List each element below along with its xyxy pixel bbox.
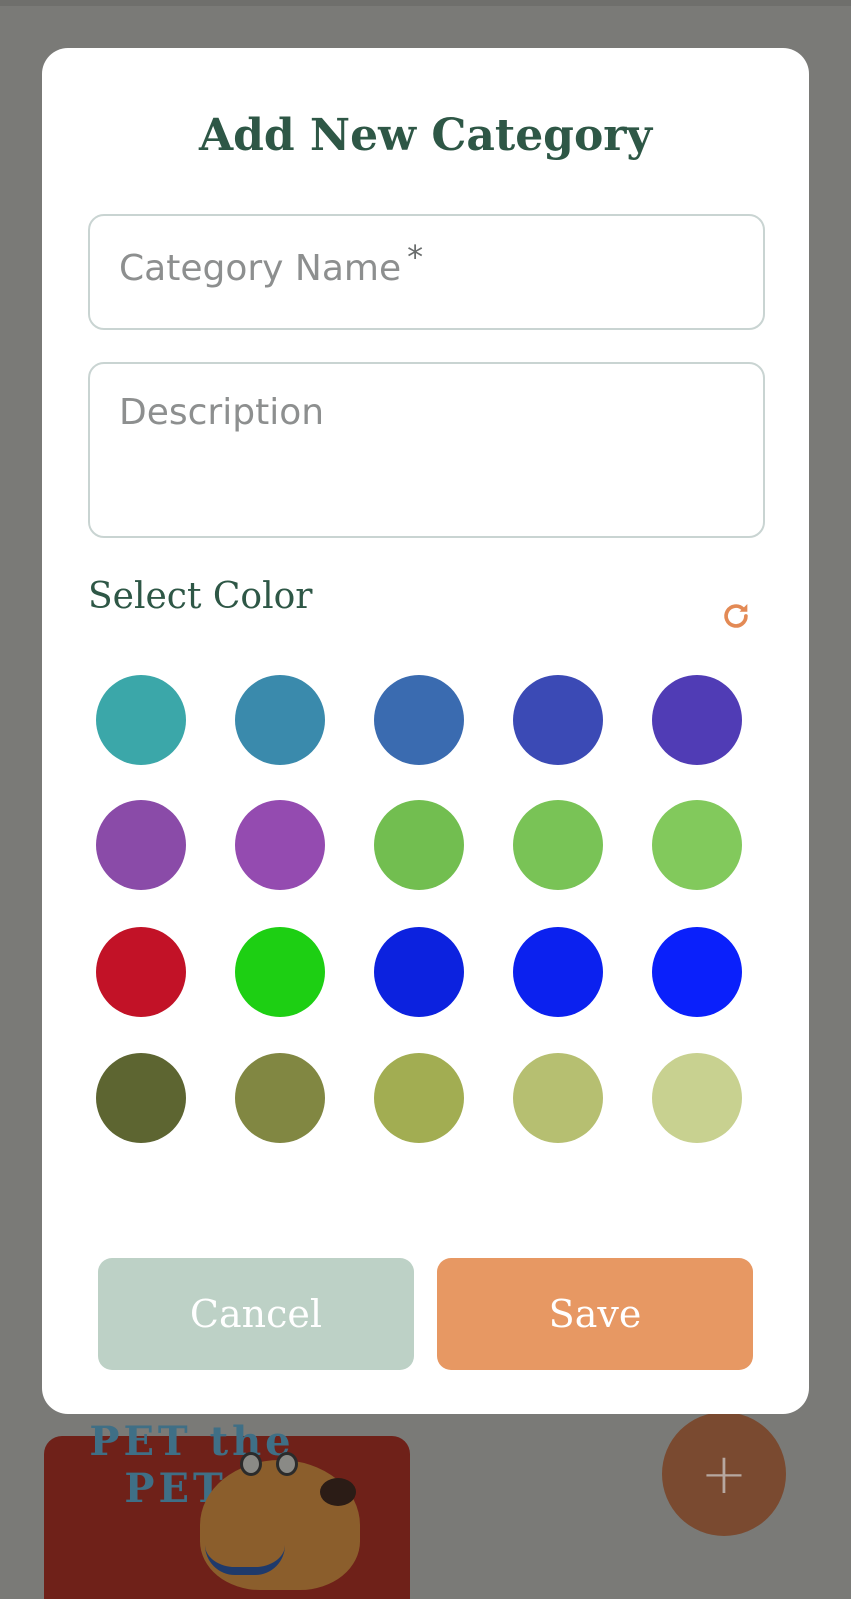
dog-eye	[276, 1452, 298, 1476]
select-color-label: Select Color	[88, 576, 313, 617]
dog-eye	[240, 1452, 262, 1476]
description-input[interactable]: Description	[88, 362, 765, 538]
plus-icon: +	[700, 1441, 748, 1507]
status-bar-strip	[0, 0, 851, 6]
color-swatch[interactable]	[374, 800, 464, 890]
dog-nose	[320, 1478, 356, 1506]
add-category-dialog: Add New Category Category Name * Descript…	[42, 48, 809, 1414]
color-swatch[interactable]	[235, 800, 325, 890]
category-name-input[interactable]: Category Name *	[88, 214, 765, 330]
required-marker: *	[407, 238, 424, 276]
category-name-placeholder: Category Name *	[119, 238, 424, 289]
description-placeholder: Description	[119, 392, 325, 433]
color-swatch[interactable]	[235, 675, 325, 765]
add-category-fab[interactable]: +	[662, 1412, 786, 1536]
color-swatch[interactable]	[652, 675, 742, 765]
dialog-title: Add New Category	[198, 110, 653, 161]
color-swatch[interactable]	[374, 675, 464, 765]
color-swatch[interactable]	[513, 927, 603, 1017]
color-swatch[interactable]	[513, 1053, 603, 1143]
color-swatch[interactable]	[235, 1053, 325, 1143]
color-swatch[interactable]	[235, 927, 325, 1017]
save-button[interactable]: Save	[437, 1258, 753, 1370]
color-swatch[interactable]	[513, 675, 603, 765]
cancel-button[interactable]: Cancel	[98, 1258, 414, 1370]
refresh-colors-button[interactable]	[716, 596, 756, 636]
color-swatch[interactable]	[96, 1053, 186, 1143]
color-swatch[interactable]	[96, 927, 186, 1017]
refresh-icon	[724, 603, 748, 628]
color-swatch[interactable]	[513, 800, 603, 890]
color-swatch[interactable]	[96, 800, 186, 890]
color-swatch[interactable]	[652, 927, 742, 1017]
color-swatch[interactable]	[374, 927, 464, 1017]
color-swatch[interactable]	[374, 1053, 464, 1143]
color-swatch[interactable]	[96, 675, 186, 765]
color-swatch[interactable]	[652, 800, 742, 890]
color-swatch[interactable]	[652, 1053, 742, 1143]
